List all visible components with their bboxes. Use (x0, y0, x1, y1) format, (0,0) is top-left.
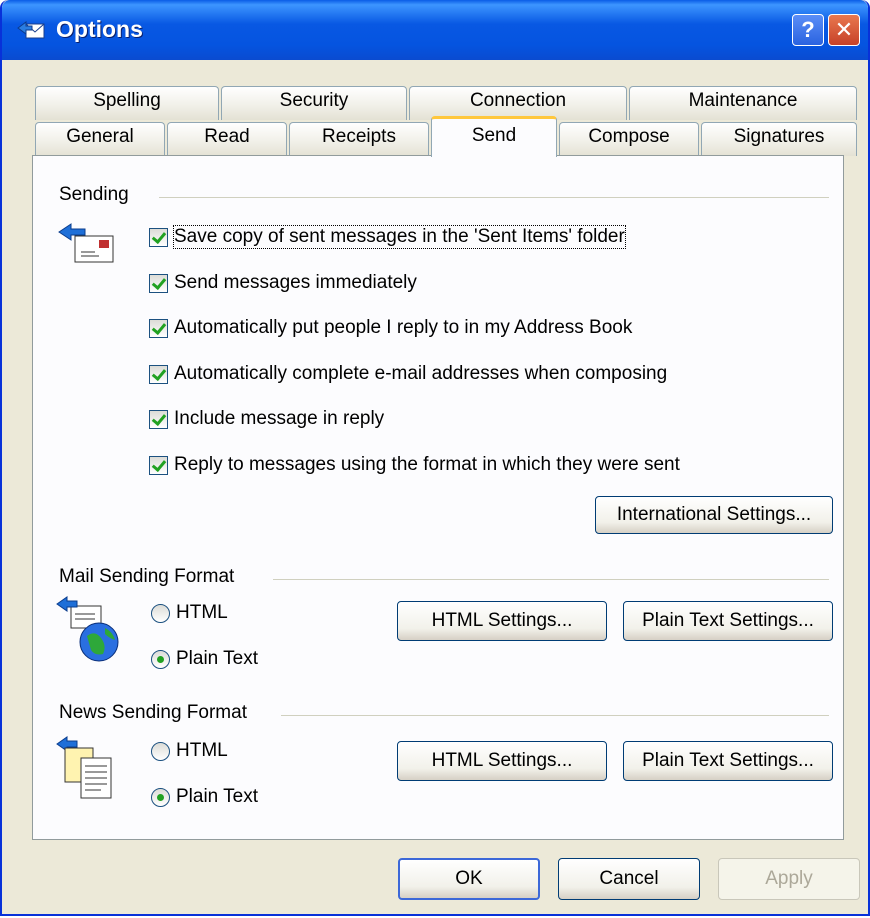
apply-button[interactable]: Apply (718, 858, 860, 900)
mail-html-option[interactable]: HTML (151, 602, 228, 624)
auto-address-book-checkbox[interactable] (149, 318, 168, 338)
mail-html-label: HTML (176, 602, 228, 623)
mail-plain-settings-button[interactable]: Plain Text Settings... (623, 601, 833, 641)
news-document-icon (56, 736, 112, 799)
news-format-heading: News Sending Format (59, 702, 253, 724)
options-dialog: Options ? ✕ Spelling Security Connection… (0, 0, 870, 916)
news-plain-settings-button[interactable]: Plain Text Settings... (623, 741, 833, 781)
mail-plain-radio[interactable] (151, 649, 170, 669)
news-plain-radio[interactable] (151, 787, 170, 807)
news-html-option[interactable]: HTML (151, 740, 228, 762)
tab-receipts[interactable]: Receipts (289, 122, 429, 156)
include-message-option[interactable]: Include message in reply (149, 408, 384, 430)
tab-panel-send: Sending Save copy of sent messages in th… (32, 155, 844, 840)
news-plain-option[interactable]: Plain Text (151, 786, 258, 808)
save-copy-label: Save copy of sent messages in the 'Sent … (173, 225, 626, 249)
ok-button[interactable]: OK (398, 858, 540, 900)
tab-security[interactable]: Security (221, 86, 407, 120)
save-copy-checkbox[interactable] (149, 227, 168, 247)
tab-general[interactable]: General (35, 122, 165, 156)
reply-format-option[interactable]: Reply to messages using the format in wh… (149, 454, 680, 476)
news-html-radio[interactable] (151, 741, 170, 761)
save-copy-option[interactable]: Save copy of sent messages in the 'Sent … (149, 225, 626, 249)
mail-plain-option[interactable]: Plain Text (151, 648, 258, 670)
title-bar[interactable]: Options ? ✕ (2, 0, 868, 60)
international-settings-button[interactable]: International Settings... (595, 496, 833, 534)
tab-read[interactable]: Read (167, 122, 287, 156)
reply-format-checkbox[interactable] (149, 455, 168, 475)
include-message-checkbox[interactable] (149, 409, 168, 429)
auto-address-book-option[interactable]: Automatically put people I reply to in m… (149, 317, 632, 339)
tab-signatures[interactable]: Signatures (701, 122, 857, 156)
autocomplete-label: Automatically complete e-mail addresses … (174, 363, 668, 384)
send-mail-icon (58, 223, 114, 263)
mail-plain-label: Plain Text (176, 648, 259, 669)
cancel-button[interactable]: Cancel (558, 858, 700, 900)
news-format-divider (281, 715, 829, 716)
news-html-label: HTML (176, 740, 228, 761)
include-message-label: Include message in reply (174, 408, 385, 429)
send-immediately-label: Send messages immediately (174, 272, 417, 293)
sending-divider (159, 197, 829, 198)
window-title: Options (56, 16, 143, 42)
send-immediately-checkbox[interactable] (149, 273, 168, 293)
tab-connection[interactable]: Connection (409, 86, 627, 120)
mail-html-settings-button[interactable]: HTML Settings... (397, 601, 607, 641)
auto-address-book-label: Automatically put people I reply to in m… (174, 317, 633, 338)
mail-format-heading: Mail Sending Format (59, 566, 241, 588)
close-button[interactable]: ✕ (828, 14, 860, 46)
help-button[interactable]: ? (792, 14, 824, 46)
outlook-express-icon (17, 21, 45, 39)
reply-format-label: Reply to messages using the format in wh… (174, 454, 680, 475)
tab-send[interactable]: Send (431, 116, 557, 157)
tab-maintenance[interactable]: Maintenance (629, 86, 857, 120)
mail-html-radio[interactable] (151, 603, 170, 623)
mail-format-globe-icon (56, 596, 119, 662)
news-html-settings-button[interactable]: HTML Settings... (397, 741, 607, 781)
autocomplete-checkbox[interactable] (149, 364, 168, 384)
sending-heading: Sending (59, 184, 135, 206)
tab-compose[interactable]: Compose (559, 122, 699, 156)
mail-format-divider (273, 579, 829, 580)
news-plain-label: Plain Text (176, 786, 259, 807)
send-immediately-option[interactable]: Send messages immediately (149, 272, 417, 294)
autocomplete-option[interactable]: Automatically complete e-mail addresses … (149, 363, 667, 385)
tab-spelling[interactable]: Spelling (35, 86, 219, 120)
